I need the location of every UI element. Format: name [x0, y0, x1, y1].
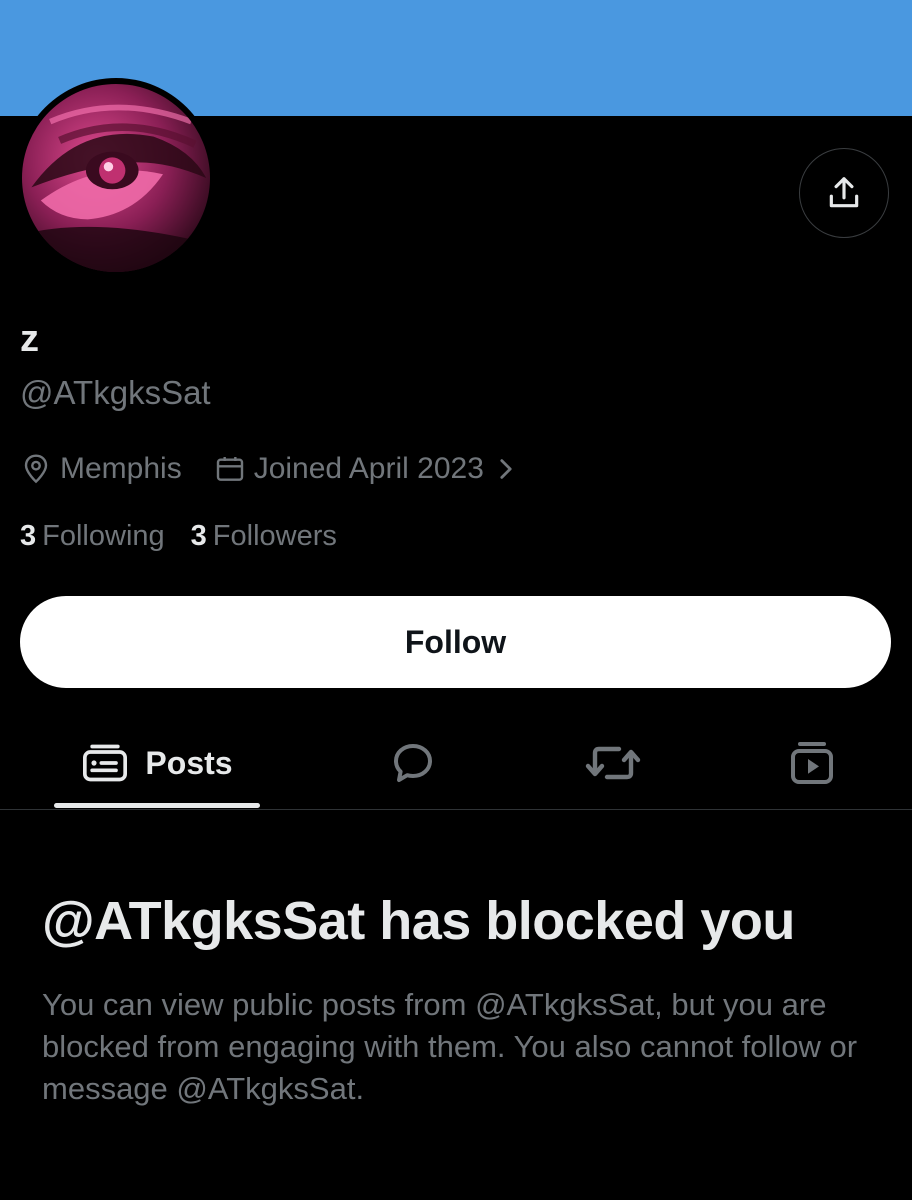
tab-reposts[interactable] [563, 716, 663, 810]
avatar-image [22, 84, 210, 272]
calendar-icon [216, 457, 243, 481]
tab-posts[interactable]: Posts [54, 716, 260, 810]
following-label: Following [42, 520, 165, 552]
tab-active-indicator [54, 803, 260, 808]
joined-item[interactable]: Joined April 2023 [214, 452, 524, 486]
tab-replies[interactable] [363, 716, 463, 810]
tab-posts-label: Posts [145, 744, 233, 781]
tab-media[interactable] [762, 716, 862, 810]
share-upload-icon [829, 177, 859, 208]
blocked-description: You can view public posts from @ATkgksSa… [42, 987, 858, 1106]
location-pin-icon [24, 454, 48, 484]
following-count: 3 [20, 520, 37, 552]
profile-tabs: Posts [0, 716, 912, 810]
joined-text: Joined April 2023 [253, 452, 484, 485]
location-text: Memphis [60, 452, 182, 485]
followers-link[interactable]: 3 Followers [191, 520, 337, 553]
media-icon [791, 742, 833, 784]
share-button[interactable] [799, 148, 889, 238]
repost-icon [585, 746, 641, 780]
reply-bubble-icon [394, 744, 432, 782]
avatar[interactable] [16, 78, 216, 278]
follow-stats: 3 Following 3 Followers [20, 520, 363, 553]
profile-meta: Memphis Joined April 2023 [20, 452, 524, 486]
profile-handle: @ATkgksSat [20, 374, 211, 411]
chevron-right-icon [500, 459, 512, 479]
display-name: z [20, 318, 39, 360]
followers-count: 3 [190, 520, 207, 552]
blocked-title: @ATkgksSat has blocked you [42, 891, 795, 951]
followers-label: Followers [212, 520, 337, 552]
follow-button[interactable]: Follow [20, 596, 891, 688]
posts-icon [83, 744, 128, 782]
avatar-eye-art [22, 104, 210, 272]
following-link[interactable]: 3 Following [20, 520, 165, 553]
location-item: Memphis [20, 452, 182, 486]
